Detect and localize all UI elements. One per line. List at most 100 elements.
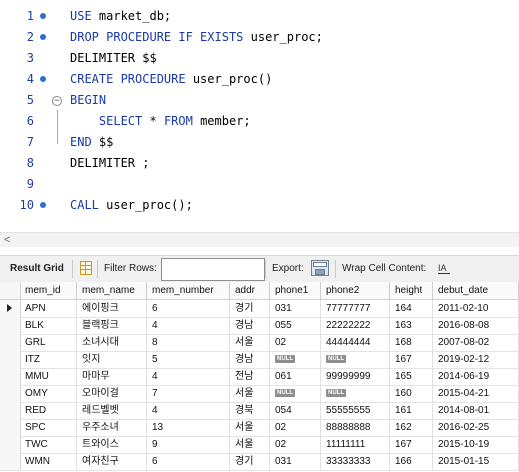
table-cell[interactable]: 161 — [390, 402, 433, 419]
table-cell[interactable]: 44444444 — [321, 334, 390, 351]
table-cell[interactable]: 166 — [390, 453, 433, 470]
code-line[interactable]: 1 USE market_db; — [0, 6, 519, 27]
table-cell[interactable]: NULL — [270, 351, 321, 368]
table-cell[interactable]: 경기 — [230, 453, 270, 470]
fold-toggle-icon[interactable]: − — [52, 96, 62, 106]
table-cell[interactable]: 77777777 — [321, 300, 390, 317]
table-cell[interactable]: 168 — [390, 334, 433, 351]
table-cell[interactable]: 167 — [390, 436, 433, 453]
table-cell[interactable]: 11111111 — [321, 436, 390, 453]
table-cell[interactable]: 2014-06-19 — [433, 368, 519, 385]
table-cell[interactable]: 054 — [270, 402, 321, 419]
table-cell[interactable]: TWC — [20, 436, 77, 453]
table-cell[interactable]: 33333333 — [321, 453, 390, 470]
table-cell[interactable]: 165 — [390, 368, 433, 385]
column-header-height[interactable]: height — [390, 282, 433, 300]
code-line[interactable]: 2 DROP PROCEDURE IF EXISTS user_proc; — [0, 27, 519, 48]
row-marker[interactable] — [0, 453, 21, 470]
table-row[interactable]: SPC 우주소녀 13 서울 02 88888888 162 2016-02-25 — [0, 419, 519, 437]
table-cell[interactable]: 031 — [270, 453, 321, 470]
table-row[interactable]: BLK 블랙핑크 4 경남 055 22222222 163 2016-08-08 — [0, 317, 519, 335]
table-cell[interactable]: 162 — [390, 419, 433, 436]
column-header-mem-id[interactable]: mem_id — [20, 282, 77, 300]
table-cell[interactable]: 오마이걸 — [77, 385, 147, 402]
code-line[interactable]: 10 CALL user_proc(); — [0, 195, 519, 216]
row-marker[interactable] — [0, 385, 21, 402]
table-cell[interactable]: 마마무 — [77, 368, 147, 385]
code-line[interactable]: 9 — [0, 174, 519, 195]
code-line[interactable]: 4 CREATE PROCEDURE user_proc() — [0, 69, 519, 90]
table-row[interactable]: TWC 트와이스 9 서울 02 11111111 167 2015-10-19 — [0, 436, 519, 454]
table-cell[interactable]: 여자친구 — [77, 453, 147, 470]
code-line[interactable]: 6 SELECT * FROM member; — [0, 111, 519, 132]
table-row[interactable]: MMU 마마무 4 전남 061 99999999 165 2014-06-19 — [0, 368, 519, 386]
table-row[interactable]: OMY 오마이걸 7 서울 NULL NULL 160 2015-04-21 — [0, 385, 519, 403]
editor-horizontal-scrollbar[interactable]: < — [0, 232, 519, 247]
table-cell[interactable]: 99999999 — [321, 368, 390, 385]
table-cell[interactable]: 2016-02-25 — [433, 419, 519, 436]
column-header-debut-date[interactable]: debut_date — [433, 282, 519, 300]
row-marker[interactable] — [0, 334, 21, 351]
table-cell[interactable]: 4 — [147, 317, 230, 334]
table-cell[interactable]: WMN — [20, 453, 77, 470]
column-header-phone2[interactable]: phone2 — [321, 282, 390, 300]
code-line[interactable]: 3 DELIMITER $$ — [0, 48, 519, 69]
table-cell[interactable]: 우주소녀 — [77, 419, 147, 436]
table-cell[interactable]: 경남 — [230, 317, 270, 334]
wrap-icon[interactable]: IA — [438, 262, 450, 278]
result-grid[interactable]: mem_id mem_name mem_number addr phone1 phone2… — [0, 282, 519, 472]
table-row[interactable]: WMN 여자친구 6 경기 031 33333333 166 2015-01-15 — [0, 453, 519, 471]
table-cell[interactable]: 055 — [270, 317, 321, 334]
table-row[interactable]: APN 에이핑크 6 경기 031 77777777 164 2011-02-10 — [0, 300, 519, 318]
table-cell[interactable]: 02 — [270, 436, 321, 453]
table-cell[interactable]: 6 — [147, 453, 230, 470]
table-cell[interactable]: 88888888 — [321, 419, 390, 436]
code-line[interactable]: 8 DELIMITER ; — [0, 153, 519, 174]
table-cell[interactable]: APN — [20, 300, 77, 317]
export-icon[interactable] — [311, 260, 329, 279]
column-header-phone1[interactable]: phone1 — [270, 282, 321, 300]
grid-icon[interactable] — [80, 261, 92, 278]
table-cell[interactable]: 031 — [270, 300, 321, 317]
table-cell[interactable]: 160 — [390, 385, 433, 402]
table-cell[interactable]: SPC — [20, 419, 77, 436]
table-cell[interactable]: ITZ — [20, 351, 77, 368]
table-row[interactable]: RED 레드벨벳 4 경북 054 55555555 161 2014-08-01 — [0, 402, 519, 420]
row-marker[interactable] — [0, 351, 21, 368]
table-cell[interactable]: 잇지 — [77, 351, 147, 368]
table-cell[interactable]: GRL — [20, 334, 77, 351]
column-header-mem-name[interactable]: mem_name — [77, 282, 147, 300]
table-cell[interactable]: NULL — [321, 385, 390, 402]
table-cell[interactable]: 서울 — [230, 334, 270, 351]
row-marker[interactable] — [0, 368, 21, 385]
table-cell[interactable]: OMY — [20, 385, 77, 402]
row-marker[interactable] — [0, 436, 21, 453]
row-marker[interactable] — [0, 300, 21, 317]
table-row[interactable]: GRL 소녀시대 8 서울 02 44444444 168 2007-08-02 — [0, 334, 519, 352]
table-cell[interactable]: 트와이스 — [77, 436, 147, 453]
table-cell[interactable]: 061 — [270, 368, 321, 385]
table-cell[interactable]: 02 — [270, 419, 321, 436]
result-grid-tab[interactable]: Result Grid — [10, 256, 64, 282]
table-cell[interactable]: 2011-02-10 — [433, 300, 519, 317]
table-cell[interactable]: 2019-02-12 — [433, 351, 519, 368]
table-cell[interactable]: 8 — [147, 334, 230, 351]
table-cell[interactable]: 55555555 — [321, 402, 390, 419]
sql-editor[interactable]: 1 USE market_db; 2 DROP PROCEDURE IF EXISTS… — [0, 0, 519, 228]
row-marker[interactable] — [0, 402, 21, 419]
table-cell[interactable]: 4 — [147, 402, 230, 419]
table-cell[interactable]: 2014-08-01 — [433, 402, 519, 419]
row-marker[interactable] — [0, 419, 21, 436]
table-cell[interactable]: 레드벨벳 — [77, 402, 147, 419]
table-cell[interactable]: 에이핑크 — [77, 300, 147, 317]
table-cell[interactable]: 경기 — [230, 300, 270, 317]
table-cell[interactable]: 2016-08-08 — [433, 317, 519, 334]
column-header-addr[interactable]: addr — [230, 282, 270, 300]
table-cell[interactable]: RED — [20, 402, 77, 419]
table-cell[interactable]: 서울 — [230, 419, 270, 436]
table-cell[interactable]: NULL — [321, 351, 390, 368]
table-cell[interactable]: 경남 — [230, 351, 270, 368]
table-cell[interactable]: 13 — [147, 419, 230, 436]
table-cell[interactable]: 전남 — [230, 368, 270, 385]
table-cell[interactable]: 블랙핑크 — [77, 317, 147, 334]
